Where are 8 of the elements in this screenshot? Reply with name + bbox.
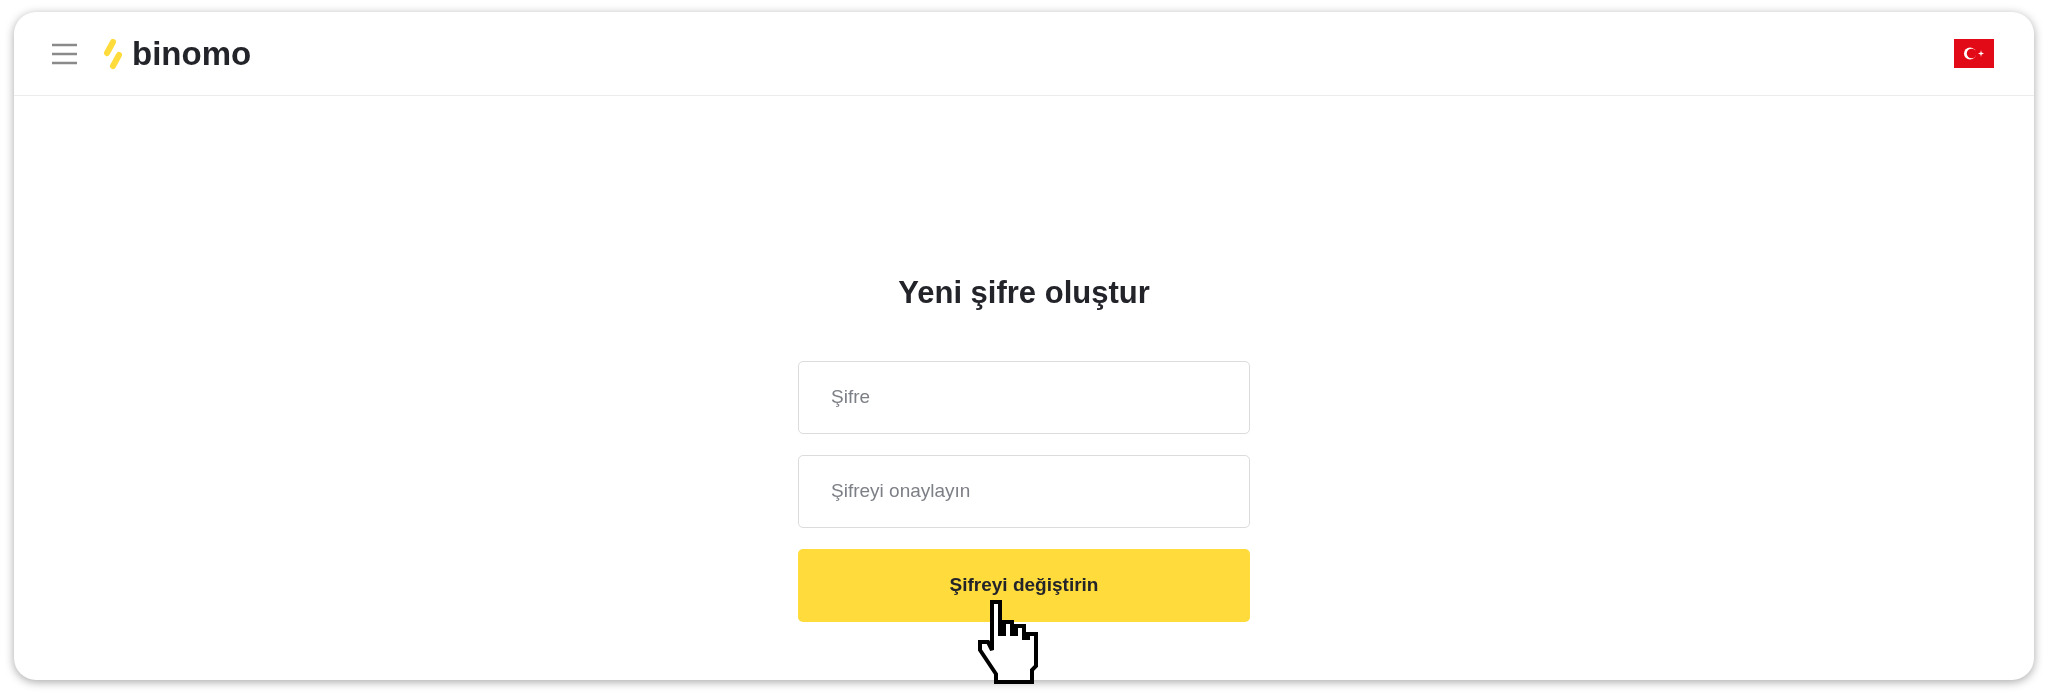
password-field[interactable]: Şifreyi onaylayın <box>798 454 1250 528</box>
form-title: Yeni şifre oluştur <box>898 274 1150 312</box>
change-password-button[interactable]: Şifreyi değiştirin <box>798 548 1250 622</box>
menu-icon[interactable] <box>52 42 77 65</box>
logo-text[interactable]: binomo <box>132 28 252 79</box>
flag-icon[interactable] <box>1954 39 1994 68</box>
logo-icon <box>102 37 124 70</box>
password-field[interactable]: Şifre <box>798 360 1250 434</box>
